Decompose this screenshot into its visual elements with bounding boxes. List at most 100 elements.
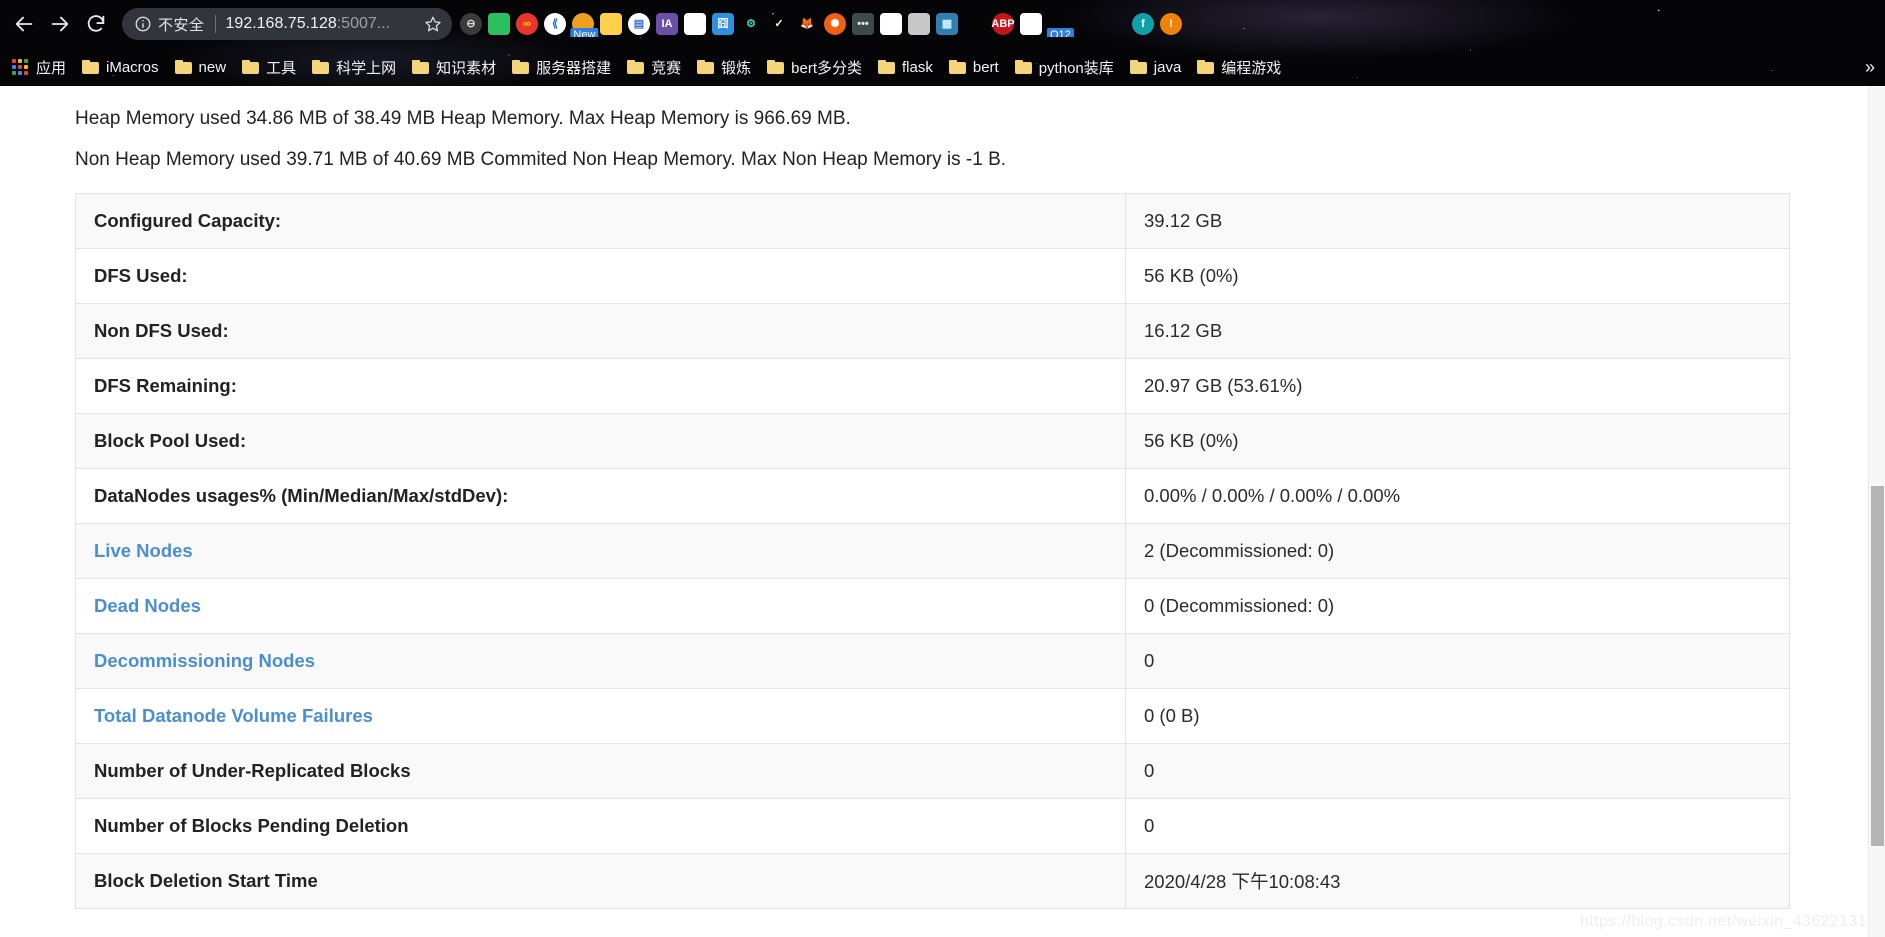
bookmark-item-8[interactable]: bert多分类 xyxy=(759,53,870,81)
adblock-plus-icon[interactable]: ABP xyxy=(990,11,1016,37)
security-label: 不安全 xyxy=(158,16,205,34)
bookmark-item-3[interactable]: 科学上网 xyxy=(304,53,404,81)
summary-key-cell: Live Nodes xyxy=(75,522,1126,579)
reader-list-icon[interactable]: ▤ xyxy=(626,11,652,37)
instapaper-ia-icon[interactable]: IA xyxy=(654,11,680,37)
summary-link[interactable]: Total Datanode Volume Failures xyxy=(94,705,373,726)
facebook-icon[interactable]: f xyxy=(1130,11,1156,37)
table-row: DFS Remaining: 20.97 GB (53.61%) xyxy=(75,357,1790,414)
panda-icon[interactable] xyxy=(878,11,904,37)
bookmark-item-12[interactable]: java xyxy=(1122,53,1190,81)
chevrons-left-icon[interactable]: ⟪ xyxy=(542,11,568,37)
forward-button[interactable] xyxy=(42,6,78,42)
fox-icon[interactable]: 🦊 xyxy=(794,11,820,37)
folder-icon xyxy=(82,60,100,74)
summary-link[interactable]: Decommissioning Nodes xyxy=(94,650,315,671)
summary-key-label: DFS Remaining: xyxy=(94,374,237,396)
bookmark-label: new xyxy=(198,58,227,76)
bookmark-item-1[interactable]: new xyxy=(167,53,235,81)
summary-key-cell: Dead Nodes xyxy=(75,577,1126,634)
bookmark-item-4[interactable]: 知识素材 xyxy=(404,53,504,81)
lifebuoy-orange-icon[interactable]: ✺ xyxy=(822,11,848,37)
bookmark-item-2[interactable]: 工具 xyxy=(234,53,304,81)
bookmark-label: bert多分类 xyxy=(791,59,863,77)
google-keep-icon-glyph xyxy=(600,13,622,35)
translate-icon[interactable]: 囧 xyxy=(710,11,736,37)
bookmarks-overflow-icon[interactable]: » xyxy=(1865,57,1875,78)
page-viewport: Heap Memory used 34.86 MB of 38.49 MB He… xyxy=(0,86,1885,937)
yin-yang-icon[interactable] xyxy=(906,11,932,37)
bookmark-label: 编程游戏 xyxy=(1221,59,1282,77)
bookmark-label: 服务器搭建 xyxy=(536,59,612,77)
summary-link[interactable]: Dead Nodes xyxy=(94,595,201,616)
table-row: DFS Used: 56 KB (0%) xyxy=(75,247,1790,304)
summary-value-label: 56 KB (0%) xyxy=(1144,429,1239,451)
back-button[interactable] xyxy=(6,6,42,42)
bookmark-item-5[interactable]: 服务器搭建 xyxy=(504,53,619,81)
summary-link[interactable]: Live Nodes xyxy=(94,540,193,561)
bookmark-item-6[interactable]: 竞赛 xyxy=(619,53,689,81)
summary-value-cell: 0.00% / 0.00% / 0.00% / 0.00% xyxy=(1125,467,1790,524)
url-path-truncated: :5007... xyxy=(336,15,391,32)
summary-value-cell: 2 (Decommissioned: 0) xyxy=(1125,522,1790,579)
folder-icon xyxy=(948,60,966,74)
hat-o12-icon[interactable]: O12 xyxy=(1046,11,1074,37)
camera-new-icon[interactable]: New xyxy=(570,11,599,37)
evernote-icon[interactable] xyxy=(486,11,512,37)
bookmark-label: 工具 xyxy=(266,59,297,77)
summary-key-cell: DataNodes usages% (Min/Median/Max/stdDev… xyxy=(75,467,1126,524)
summary-key-cell: Block Pool Used: xyxy=(75,412,1126,469)
folder-icon xyxy=(312,60,330,74)
summary-value-label: 0 xyxy=(1144,649,1155,671)
aria-download-icon-glyph xyxy=(1076,13,1098,35)
reload-button[interactable] xyxy=(78,6,114,42)
alert-orange-icon-glyph: ! xyxy=(1160,13,1182,35)
adblock-minus-icon[interactable]: ⊖ xyxy=(458,11,484,37)
csdn-watermark: https://blog.csdn.net/weixin_43622131 xyxy=(1580,913,1867,930)
summary-key-label: Block Pool Used: xyxy=(94,429,247,451)
table-row: Number of Blocks Pending Deletion 0 xyxy=(75,797,1790,854)
bookmark-item-11[interactable]: python装库 xyxy=(1007,53,1122,81)
address-bar[interactable]: 不安全 192.168.75.128:5007... xyxy=(122,8,452,40)
summary-value-label: 0 (Decommissioned: 0) xyxy=(1144,594,1335,616)
bookmark-label: iMacros xyxy=(106,58,159,76)
heap-memory-text: Heap Memory used 34.86 MB of 38.49 MB He… xyxy=(75,108,851,129)
bookmark-item-9[interactable]: flask xyxy=(870,53,941,81)
summary-value-cell: 2020/4/28 下午10:08:43 xyxy=(1125,852,1790,909)
table-row: Number of Under-Replicated Blocks 0 xyxy=(75,742,1790,799)
summary-value-label: 0 xyxy=(1144,814,1155,836)
camera-new-icon-badge: New xyxy=(570,28,599,37)
url-text: 192.168.75.128:5007... xyxy=(226,15,420,33)
more-dots-icon[interactable]: ••• xyxy=(850,11,876,37)
star-icon[interactable] xyxy=(420,11,446,37)
infinity-icon[interactable]: ∞ xyxy=(514,11,540,37)
aria-download-icon[interactable] xyxy=(1074,11,1100,37)
apps-shortcut[interactable]: 应用 xyxy=(4,53,74,81)
paw-blocked-icon[interactable] xyxy=(962,11,988,37)
extension-icon-strip: ⊖ ∞ ⟪ New ▤ IA 囧 ⚙ ✓ 🦊 ✺ ••• ▦ ABP O12 f! xyxy=(458,11,1885,37)
folder-icon xyxy=(1014,60,1032,74)
folder-icon xyxy=(767,60,785,74)
summary-key-label: DFS Used: xyxy=(94,264,188,286)
summary-key-label: Block Deletion Start Time xyxy=(94,869,318,891)
baidu-cloud-icon[interactable] xyxy=(682,11,708,37)
cloud-gray-icon-glyph xyxy=(1104,13,1126,35)
bookmark-item-10[interactable]: bert xyxy=(941,53,1007,81)
summary-value-label: 39.12 GB xyxy=(1144,209,1223,231)
browser-chrome: 不安全 192.168.75.128:5007... ⊖ ∞ ⟪ New ▤ IA 囧 ⚙ ✓ 🦊… xyxy=(0,0,1885,86)
infinity-icon-glyph: ∞ xyxy=(516,13,538,35)
summary-key-cell: DFS Remaining: xyxy=(75,357,1126,414)
checkmark-icon[interactable]: ✓ xyxy=(766,11,792,37)
bookmark-item-7[interactable]: 锻炼 xyxy=(689,53,759,81)
bluebird-icon[interactable] xyxy=(1018,11,1044,37)
gear-teal-icon[interactable]: ⚙ xyxy=(738,11,764,37)
alert-orange-icon[interactable]: ! xyxy=(1158,11,1184,37)
bookmark-item-13[interactable]: 编程游戏 xyxy=(1189,53,1289,81)
vertical-scrollbar[interactable] xyxy=(1868,86,1885,937)
scrollbar-thumb[interactable] xyxy=(1871,486,1884,846)
bookmark-item-0[interactable]: iMacros xyxy=(74,53,167,81)
google-keep-icon[interactable] xyxy=(598,11,624,37)
folder-icon xyxy=(412,60,430,74)
cloud-gray-icon[interactable] xyxy=(1102,11,1128,37)
city-blue-icon[interactable]: ▦ xyxy=(934,11,960,37)
